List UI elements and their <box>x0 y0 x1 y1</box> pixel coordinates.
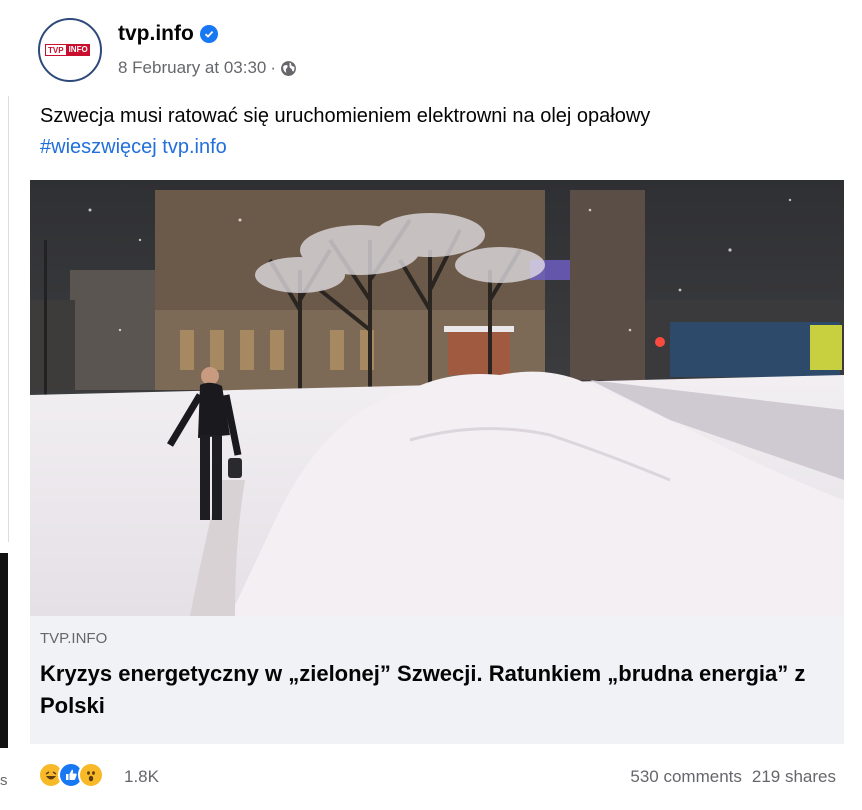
shares-count[interactable]: 219 shares <box>752 767 836 787</box>
post-message: Szwecja musi ratować się uruchomieniem e… <box>40 101 650 163</box>
link-headline[interactable]: Kryzys energetyczny w „zielonej” Szwecji… <box>40 658 840 722</box>
comments-count[interactable]: 530 comments <box>630 767 742 787</box>
post-body: Szwecja musi ratować się uruchomieniem e… <box>40 105 651 127</box>
tvp-info-logo: TVP INFO <box>45 44 95 56</box>
engagement-stats: 530 comments 219 shares <box>630 767 836 787</box>
neighbor-post-text-fragment: s <box>0 772 8 789</box>
globe-icon <box>281 60 296 76</box>
hashtag-link[interactable]: #wieszwięcej tvp.info <box>40 132 650 163</box>
page-avatar[interactable]: TVP INFO <box>38 18 102 82</box>
verified-badge-icon <box>199 25 218 43</box>
wow-reaction-icon <box>78 762 104 788</box>
link-domain: TVP.INFO <box>40 630 108 647</box>
neighbor-post-divider <box>8 96 9 542</box>
post-timestamp[interactable]: 8 February at 03:30 <box>118 58 266 78</box>
link-preview-card[interactable]: TVP.INFO Kryzys energetyczny w „zielonej… <box>30 616 844 744</box>
page-name[interactable]: tvp.info <box>118 22 194 46</box>
snowy-street-image <box>30 180 844 616</box>
reaction-icons[interactable] <box>38 762 104 788</box>
page-name-link[interactable]: tvp.info <box>118 22 218 46</box>
post-photo[interactable] <box>30 180 844 616</box>
post-meta: 8 February at 03:30 · <box>118 58 297 78</box>
reaction-count[interactable]: 1.8K <box>124 767 159 787</box>
meta-separator: · <box>270 58 277 77</box>
neighbor-post-image-edge <box>0 553 8 748</box>
